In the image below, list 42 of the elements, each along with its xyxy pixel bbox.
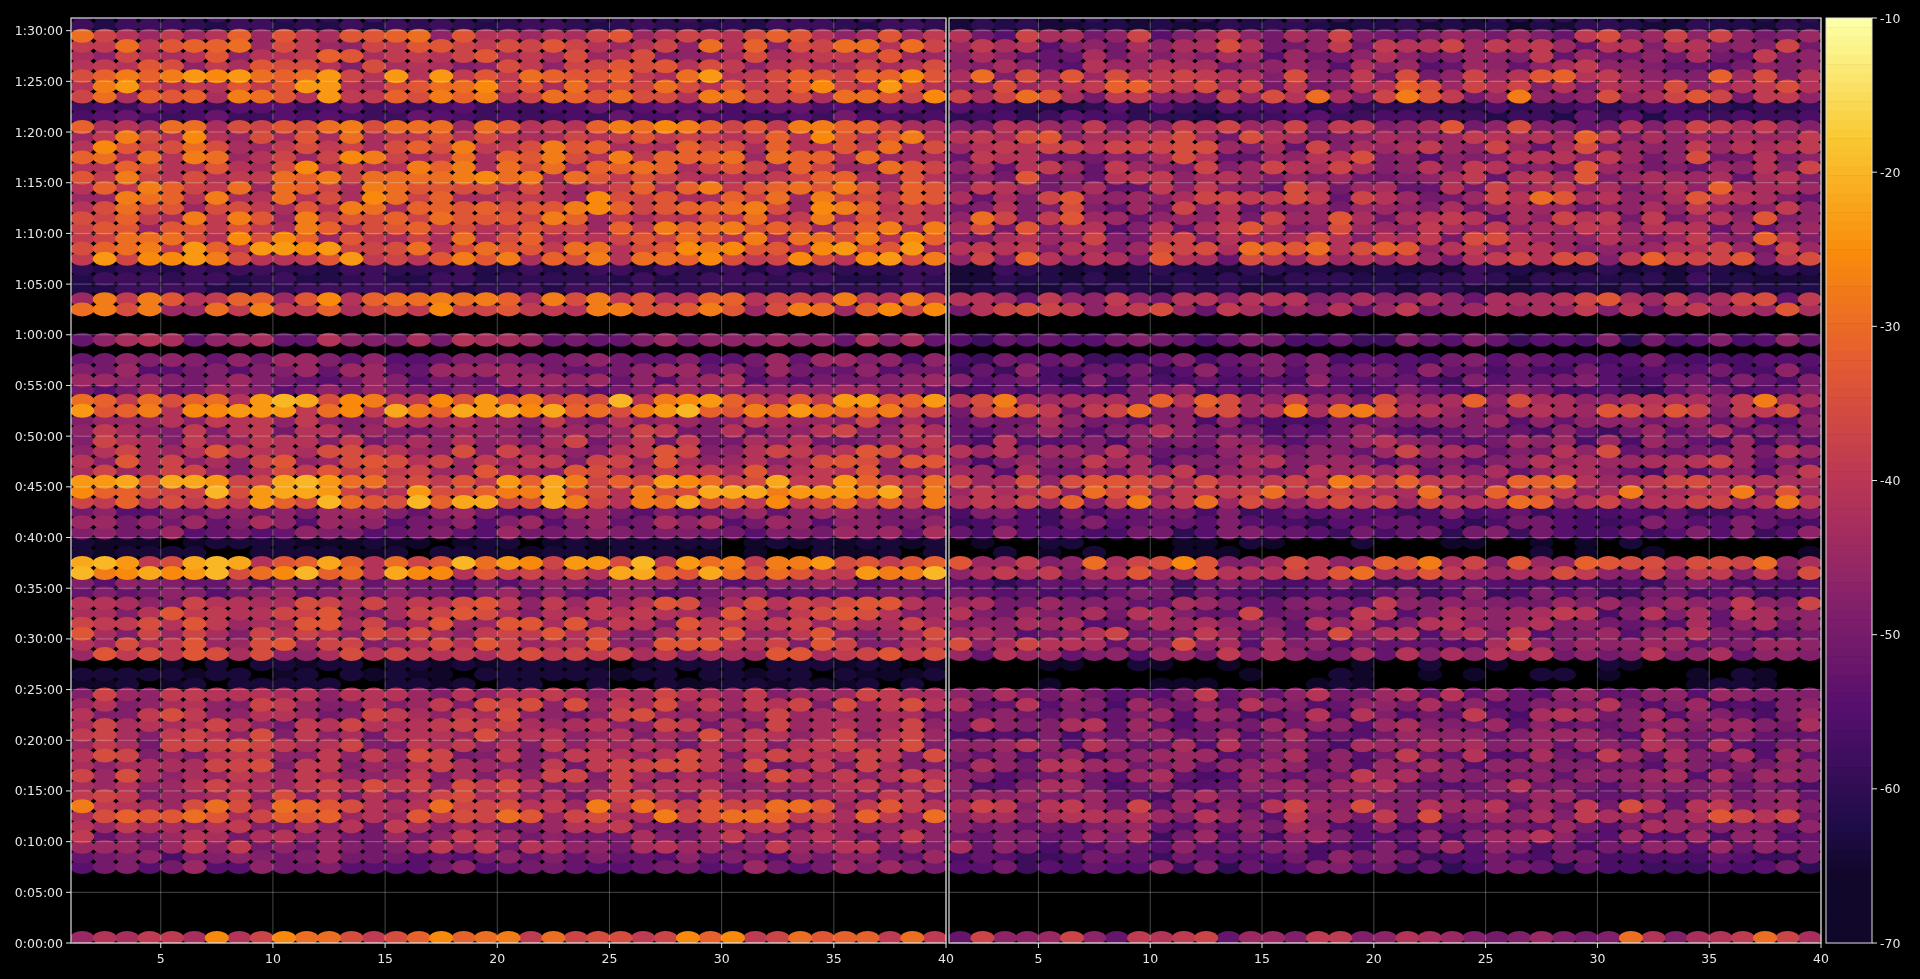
axis-tick-label: 1:15:00: [14, 175, 63, 191]
axis-tick-label: 35: [825, 951, 842, 966]
axis-tick-label: 40: [938, 951, 954, 966]
axis-tick-label: 0:40:00: [14, 530, 63, 545]
axis-tick-label: 0:00:00: [14, 935, 63, 951]
axis-tick-label: 1:10:00: [14, 225, 63, 241]
axis-tick-label: 0:35:00: [14, 580, 63, 596]
colorbar-tick-label: -70: [1880, 935, 1901, 951]
axis-tick-label: 25: [601, 951, 618, 966]
axis-tick-label: 0:15:00: [14, 783, 63, 799]
colorbar-tick-label: -60: [1880, 781, 1901, 797]
axis-tick-label: 35: [1701, 951, 1718, 966]
axis-tick-label: 1:25:00: [14, 73, 63, 89]
colorbar-tick-label: -10: [1880, 10, 1901, 26]
axis-tick-label: 15: [1254, 951, 1270, 966]
colorbar-tick-label: -40: [1880, 473, 1901, 488]
axis-tick-label: 1:05:00: [14, 276, 63, 292]
colorbar-tick-label: -20: [1880, 164, 1901, 180]
axis-tick-label: 30: [1589, 951, 1606, 966]
axis-tick-label: 30: [713, 951, 730, 966]
axis-tick-label: 1:00:00: [14, 327, 63, 343]
axis-tick-label: 1:20:00: [14, 124, 63, 140]
axis-tick-label: 10: [1142, 951, 1159, 966]
axis-tick-label: 10: [264, 951, 281, 966]
axis-tick-label: 0:05:00: [14, 884, 63, 900]
axis-tick-label: 1:30:00: [14, 23, 63, 39]
axis-tick-label: 40: [1813, 951, 1829, 966]
colorbar-tick-label: -50: [1880, 627, 1901, 643]
axis-tick-label: 20: [1365, 951, 1382, 966]
axis-tick-label: 0:55:00: [14, 377, 63, 393]
axis-tick-label: 0:10:00: [14, 834, 63, 850]
axis-tick-label: 0:20:00: [14, 732, 63, 748]
axis-tick-label: 5: [156, 951, 165, 966]
axis-tick-label: 0:25:00: [14, 682, 63, 698]
axis-tick-label: 0:30:00: [14, 631, 63, 647]
axis-tick-label: 15: [377, 951, 394, 966]
axis-tick-label: 0:45:00: [14, 479, 63, 495]
axis-tick-label: 25: [1477, 951, 1494, 966]
axis-tick-label: 20: [489, 951, 506, 966]
axis-tick-label: 0:50:00: [14, 428, 63, 444]
colorbar-tick-label: -30: [1880, 318, 1901, 334]
axis-tick-label: 5: [1034, 951, 1043, 966]
